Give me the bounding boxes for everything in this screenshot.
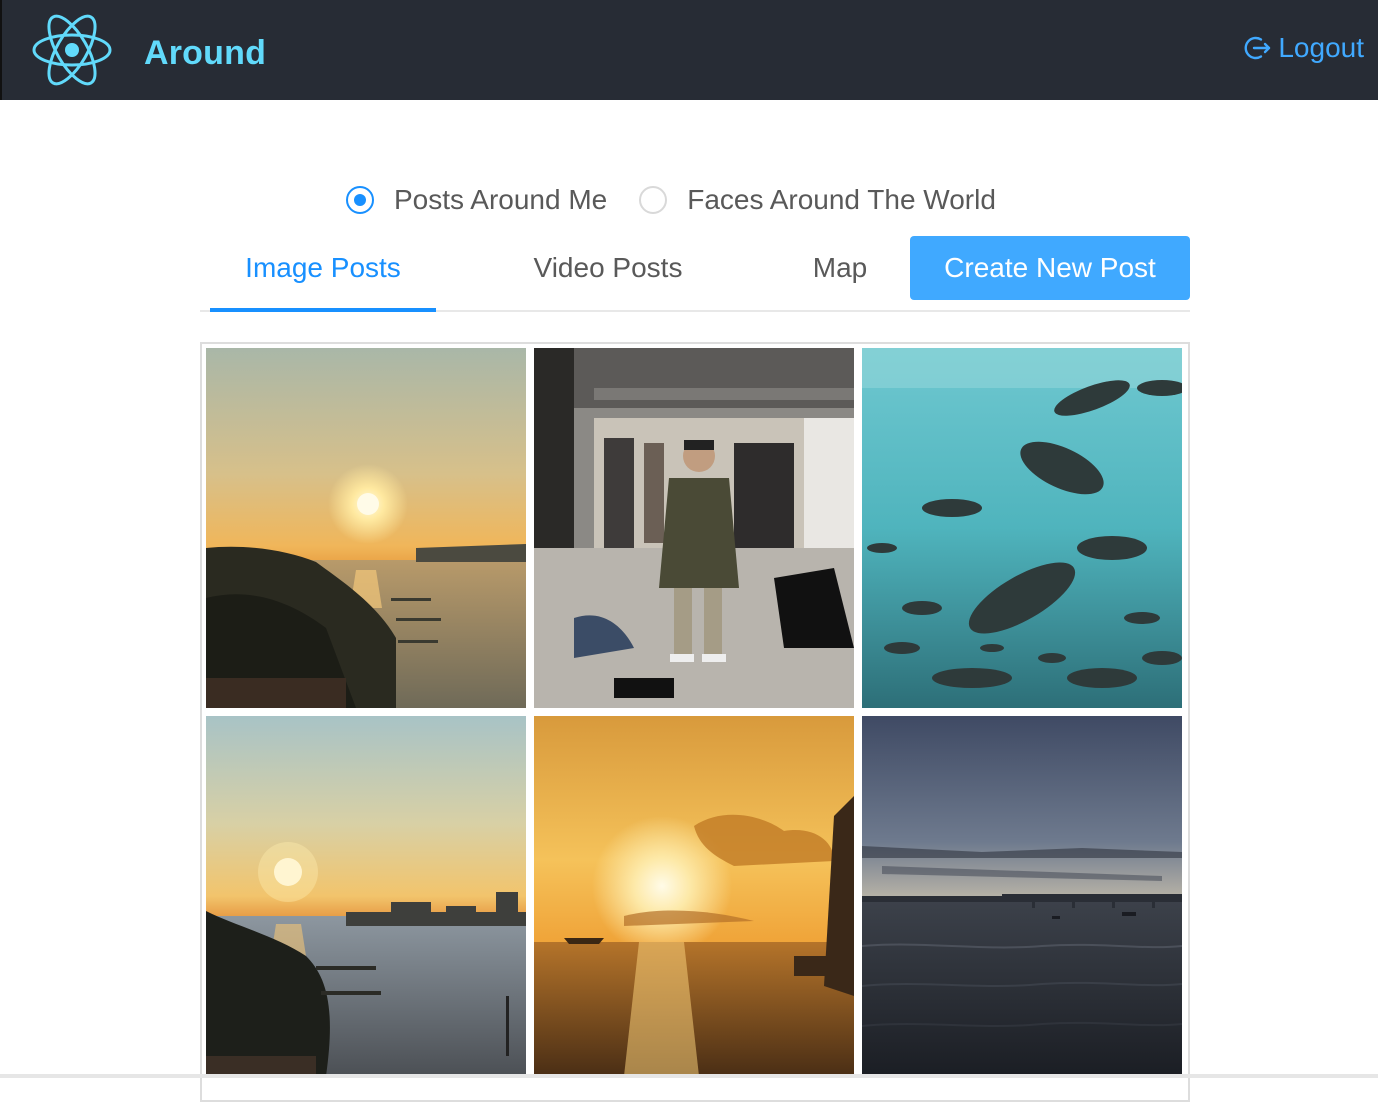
- gallery-image[interactable]: [534, 348, 854, 708]
- sunset-bay-docks-image: [206, 348, 526, 708]
- gallery-image[interactable]: [206, 348, 526, 708]
- create-new-post-button[interactable]: Create New Post: [910, 236, 1190, 300]
- radio-checked-icon[interactable]: [346, 186, 374, 214]
- tab-video-posts[interactable]: Video Posts: [500, 234, 716, 306]
- post-type-tabs: Image Posts Video Posts Map Create New P…: [200, 234, 1190, 312]
- bottom-edge: [0, 1074, 1378, 1078]
- underwater-fish-image: [862, 348, 1182, 708]
- radio-faces-around-the-world[interactable]: Faces Around The World: [639, 184, 996, 216]
- radio-posts-around-me[interactable]: Posts Around Me: [346, 184, 607, 216]
- radio-label-posts-around-me: Posts Around Me: [394, 184, 608, 215]
- gallery-image[interactable]: [862, 716, 1182, 1076]
- radio-unchecked-icon[interactable]: [639, 186, 668, 214]
- gallery-image[interactable]: [206, 716, 526, 1076]
- gallery-image[interactable]: [862, 348, 1182, 708]
- active-tab-indicator: [210, 308, 436, 312]
- logout-label: Logout: [1278, 32, 1364, 63]
- gallery-image[interactable]: [534, 716, 854, 1076]
- tab-image-posts[interactable]: Image Posts: [210, 234, 436, 306]
- dusk-bridge-water-image: [862, 716, 1182, 1076]
- radio-label-faces-around-the-world: Faces Around The World: [687, 184, 996, 215]
- tab-map[interactable]: Map: [786, 234, 894, 306]
- app-title: Around: [144, 34, 267, 72]
- topic-radio-group: Posts Around Me Faces Around The World: [346, 184, 1028, 216]
- mirror-selfie-image: [534, 348, 854, 708]
- sunset-bay-skyline-image: [206, 716, 526, 1076]
- react-atom-logo-icon: [32, 14, 112, 86]
- logout-icon: [1244, 36, 1271, 60]
- logout-button[interactable]: Logout: [1244, 30, 1364, 66]
- image-gallery: [200, 342, 1190, 1102]
- golden-sunset-sea-image: [534, 716, 854, 1076]
- app-header: Around Logout: [0, 0, 1378, 100]
